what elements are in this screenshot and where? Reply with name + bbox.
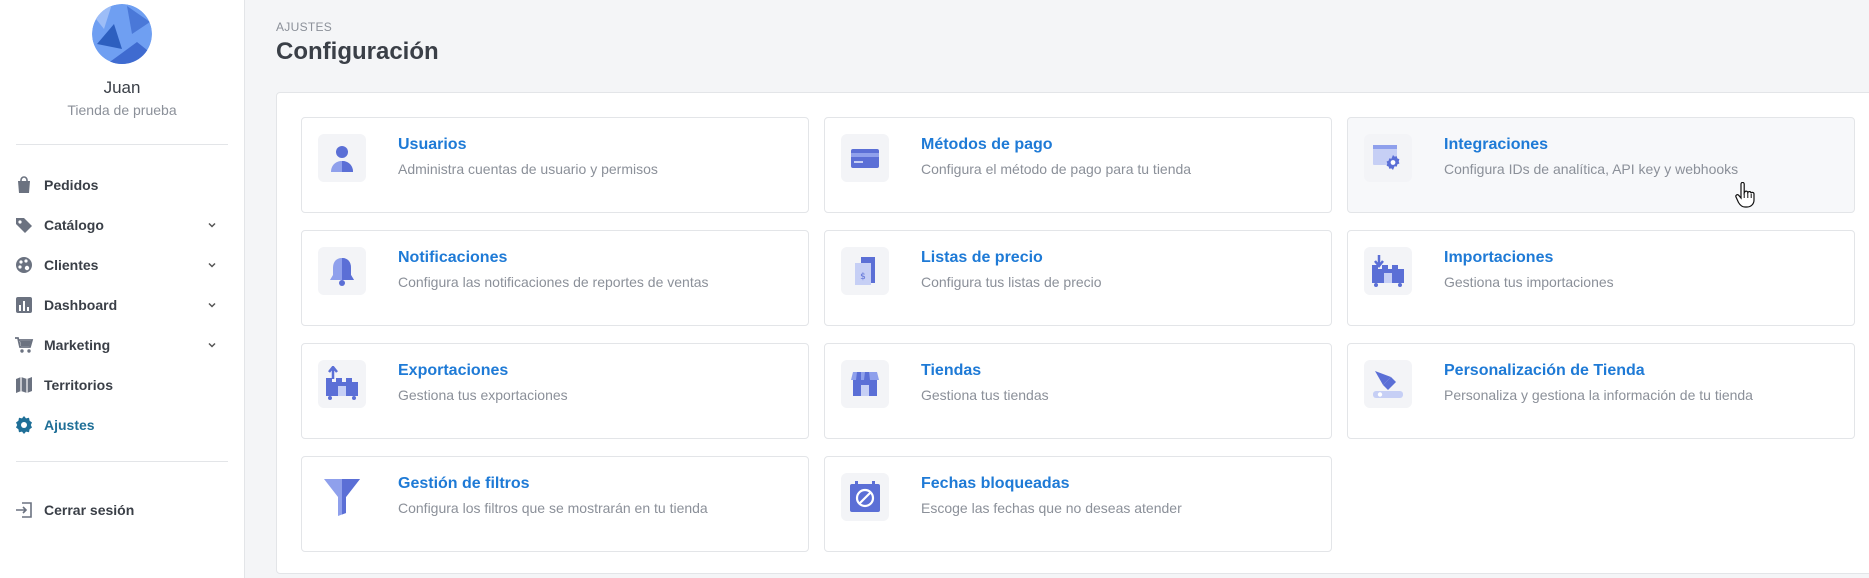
sidebar-item-clientes[interactable]: Clientes [0, 245, 244, 285]
card-desc: Configura las notificaciones de reportes… [398, 274, 709, 290]
settings-card-metodos-pago[interactable]: Métodos de pago Configura el método de p… [824, 117, 1332, 213]
profile: Juan Tienda de prueba [0, 0, 244, 118]
card-text: Exportaciones Gestiona tus exportaciones [398, 360, 568, 403]
sidebar-item-territorios[interactable]: Territorios [0, 365, 244, 405]
import-icon [1364, 247, 1412, 295]
settings-card-tiendas[interactable]: Tiendas Gestiona tus tiendas [824, 343, 1332, 439]
card-desc: Configura los filtros que se mostrarán e… [398, 500, 708, 516]
browser-gear-icon [1364, 134, 1412, 182]
credit-card-icon [841, 134, 889, 182]
logout-button[interactable]: Cerrar sesión [0, 490, 244, 530]
tag-icon [14, 215, 34, 235]
settings-card-usuarios[interactable]: Usuarios Administra cuentas de usuario y… [301, 117, 809, 213]
sidebar: Juan Tienda de prueba Pedidos Catálogo C… [0, 0, 245, 578]
settings-card-integraciones[interactable]: Integraciones Configura IDs de analítica… [1347, 117, 1855, 213]
cart-icon [14, 335, 34, 355]
sidebar-item-marketing[interactable]: Marketing [0, 325, 244, 365]
sidebar-item-label: Clientes [44, 257, 99, 273]
sidebar-divider [16, 461, 228, 462]
card-title: Listas de precio [921, 249, 1043, 266]
chevron-down-icon [206, 259, 218, 271]
svg-text:$: $ [860, 272, 866, 282]
main-content: AJUSTES Configuración Usuarios Administr… [245, 0, 1869, 578]
sidebar-item-catalogo[interactable]: Catálogo [0, 205, 244, 245]
settings-card-exportaciones[interactable]: Exportaciones Gestiona tus exportaciones [301, 343, 809, 439]
card-desc: Configura tus listas de precio [921, 274, 1102, 290]
brush-icon [1364, 360, 1412, 408]
card-desc: Escoge las fechas que no deseas atender [921, 500, 1182, 516]
gear-icon [14, 415, 34, 435]
settings-card-personalizacion[interactable]: Personalización de Tienda Personaliza y … [1347, 343, 1855, 439]
card-desc: Gestiona tus exportaciones [398, 387, 568, 403]
export-icon [318, 360, 366, 408]
settings-card-listas-precio[interactable]: $ Listas de precio Configura tus listas … [824, 230, 1332, 326]
card-title: Notificaciones [398, 249, 508, 266]
card-title: Usuarios [398, 136, 467, 153]
chevron-down-icon [206, 299, 218, 311]
blocked-calendar-icon [841, 473, 889, 521]
card-text: Notificaciones Configura las notificacio… [398, 247, 709, 290]
chevron-down-icon [206, 219, 218, 231]
sidebar-item-ajustes[interactable]: Ajustes [0, 405, 244, 445]
sidebar-item-label: Dashboard [44, 297, 118, 313]
map-icon [14, 375, 34, 395]
card-text: Listas de precio Configura tus listas de… [921, 247, 1102, 290]
logout-icon [14, 500, 34, 520]
user-icon [318, 134, 366, 182]
sidebar-item-pedidos[interactable]: Pedidos [0, 165, 244, 205]
sidebar-item-label: Pedidos [44, 177, 99, 193]
card-title: Tiendas [921, 362, 982, 379]
sidebar-item-dashboard[interactable]: Dashboard [0, 285, 244, 325]
logout-wrap: Cerrar sesión [0, 480, 244, 530]
bell-icon [318, 247, 366, 295]
sidebar-item-label: Ajustes [44, 417, 95, 433]
store-icon [841, 360, 889, 408]
settings-grid: Usuarios Administra cuentas de usuario y… [301, 117, 1855, 552]
settings-panel: Usuarios Administra cuentas de usuario y… [276, 92, 1869, 574]
card-desc: Personaliza y gestiona la información de… [1444, 387, 1753, 403]
sidebar-item-label: Marketing [44, 337, 111, 353]
settings-card-notificaciones[interactable]: Notificaciones Configura las notificacio… [301, 230, 809, 326]
price-list-icon: $ [841, 247, 889, 295]
sidebar-nav: Pedidos Catálogo Clientes Dashboard Mark… [0, 145, 244, 445]
user-name: Juan [103, 78, 141, 97]
card-desc: Configura IDs de analítica, API key y we… [1444, 161, 1739, 177]
sidebar-item-label: Territorios [44, 377, 113, 393]
card-desc: Configura el método de pago para tu tien… [921, 161, 1192, 177]
card-desc: Gestiona tus importaciones [1444, 274, 1614, 290]
card-title: Métodos de pago [921, 136, 1053, 153]
card-text: Tiendas Gestiona tus tiendas [921, 360, 1049, 403]
card-text: Integraciones Configura IDs de analítica… [1444, 134, 1738, 177]
card-title: Personalización de Tienda [1444, 362, 1645, 379]
shopping-bag-icon [14, 175, 34, 195]
page-title: Configuración [276, 38, 439, 65]
settings-card-fechas-bloqueadas[interactable]: Fechas bloqueadas Escoge las fechas que … [824, 456, 1332, 552]
card-title: Integraciones [1444, 136, 1549, 153]
palette-icon [14, 255, 34, 275]
card-text: Importaciones Gestiona tus importaciones [1444, 247, 1614, 290]
hand-cursor-icon [1735, 182, 1755, 208]
sidebar-item-label: Catálogo [44, 217, 104, 233]
card-text: Usuarios Administra cuentas de usuario y… [398, 134, 658, 177]
avatar[interactable] [92, 4, 152, 64]
card-title: Gestión de filtros [398, 475, 530, 492]
card-text: Métodos de pago Configura el método de p… [921, 134, 1191, 177]
card-title: Exportaciones [398, 362, 509, 379]
card-text: Gestión de filtros Configura los filtros… [398, 473, 708, 516]
card-title: Fechas bloqueadas [921, 475, 1070, 492]
chevron-down-icon [206, 339, 218, 351]
funnel-icon [318, 473, 366, 521]
card-text: Fechas bloqueadas Escoge las fechas que … [921, 473, 1182, 516]
card-desc: Gestiona tus tiendas [921, 387, 1049, 403]
breadcrumb: AJUSTES [276, 20, 333, 34]
settings-card-importaciones[interactable]: Importaciones Gestiona tus importaciones [1347, 230, 1855, 326]
logout-label: Cerrar sesión [44, 502, 135, 518]
store-name: Tienda de prueba [67, 102, 177, 118]
card-desc: Administra cuentas de usuario y permisos [398, 161, 658, 177]
card-text: Personalización de Tienda Personaliza y … [1444, 360, 1753, 403]
chart-icon [14, 295, 34, 315]
card-title: Importaciones [1444, 249, 1554, 266]
settings-card-filtros[interactable]: Gestión de filtros Configura los filtros… [301, 456, 809, 552]
